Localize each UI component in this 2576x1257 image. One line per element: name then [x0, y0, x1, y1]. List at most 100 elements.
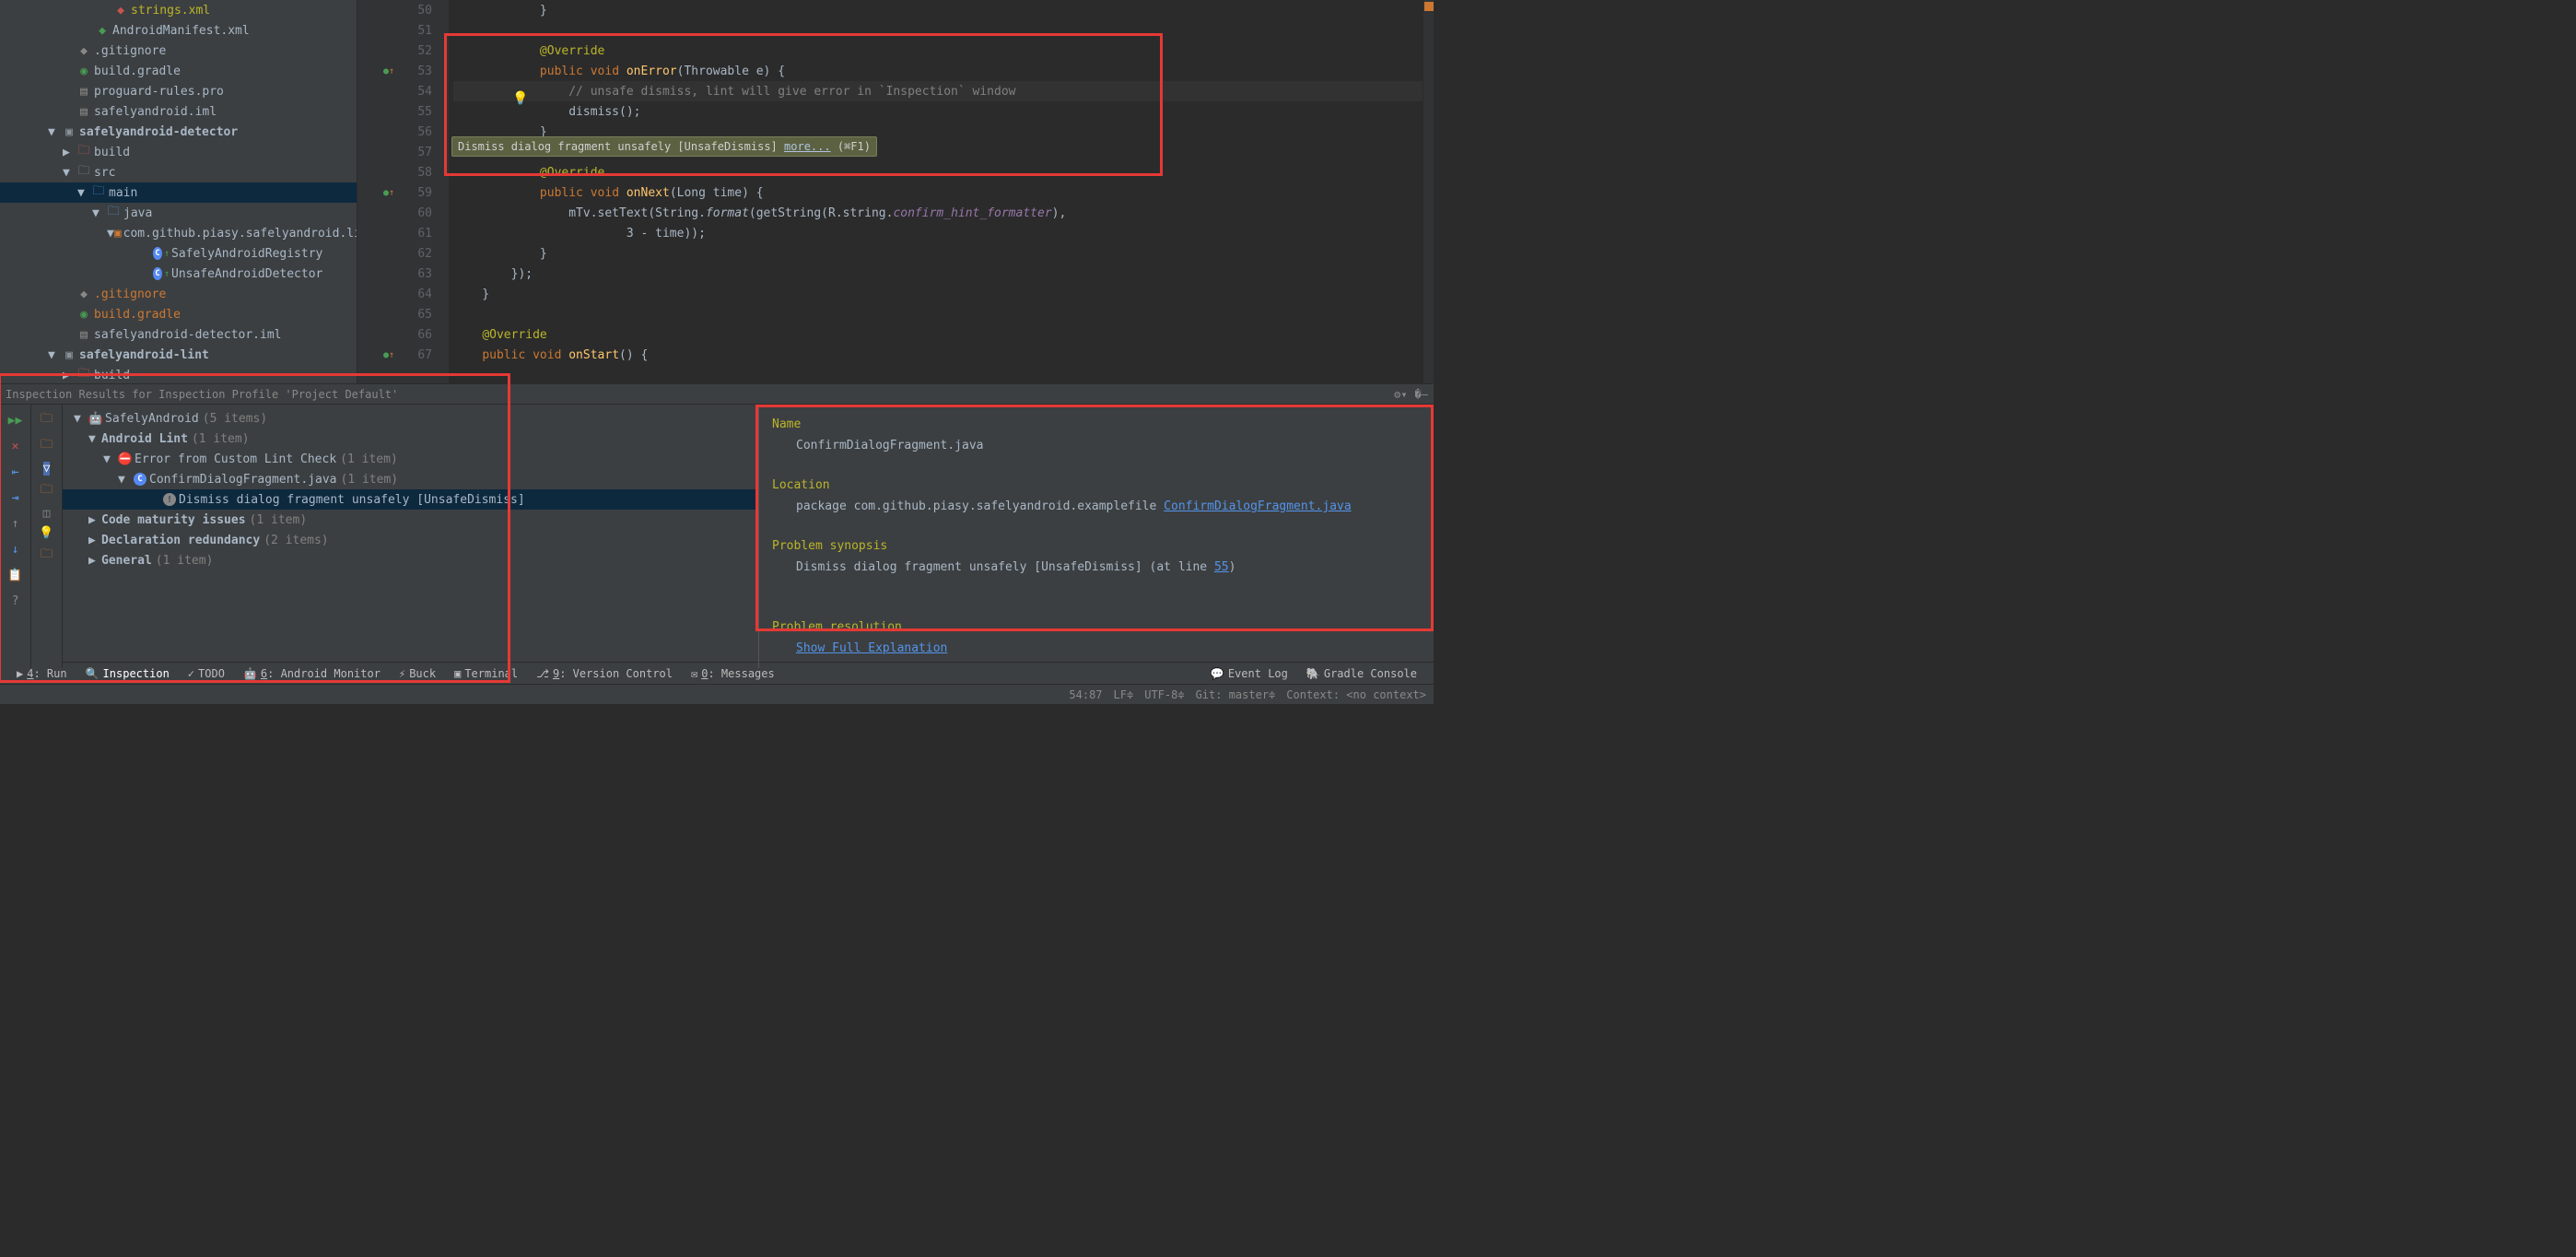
arrow-icon[interactable]: ▼: [103, 452, 116, 466]
next-icon[interactable]: ↓: [6, 539, 26, 559]
inspection-row[interactable]: ▼CConfirmDialogFragment.java(1 item): [63, 469, 758, 489]
gutter-line: 67●↑: [357, 345, 449, 365]
group2-icon[interactable]: 🗀: [41, 436, 53, 456]
code-line[interactable]: @Override: [453, 324, 1423, 345]
bottom-tab-label: Event Log: [1228, 667, 1288, 680]
status-enc[interactable]: UTF-8≑: [1144, 688, 1184, 701]
arrow-icon[interactable]: ▼: [88, 432, 101, 446]
tree-item[interactable]: ▼▣com.github.piasy.safelyandroid.lint: [0, 223, 357, 243]
rerun-icon[interactable]: ▶▶: [6, 410, 26, 430]
tree-item[interactable]: ▶🗀build: [0, 142, 357, 162]
tree-item[interactable]: ▼▣safelyandroid-lint: [0, 345, 357, 365]
tree-item[interactable]: C↑SafelyAndroidRegistry: [0, 243, 357, 264]
status-context[interactable]: Context: <no context>: [1286, 688, 1426, 701]
tree-item[interactable]: ▤safelyandroid.iml: [0, 101, 357, 122]
inspection-row[interactable]: ▶Declaration redundancy(2 items): [63, 530, 758, 550]
prev-icon[interactable]: ↑: [6, 513, 26, 534]
status-lf[interactable]: LF≑: [1114, 688, 1134, 701]
inspection-row[interactable]: ▶General(1 item): [63, 550, 758, 570]
tree-label: build: [94, 146, 130, 159]
diff-icon[interactable]: ◫: [43, 507, 51, 521]
tree-item[interactable]: ◆strings.xml: [0, 0, 357, 20]
gear-icon[interactable]: ⚙▾: [1394, 388, 1407, 401]
project-tree[interactable]: ◆strings.xml◆AndroidManifest.xml◆.gitign…: [0, 0, 357, 383]
code-line[interactable]: 3 - time));: [453, 223, 1423, 243]
expand-icon[interactable]: ⇥: [6, 488, 26, 508]
tree-item[interactable]: C↑UnsafeAndroidDetector: [0, 264, 357, 284]
tree-label: safelyandroid-detector.iml: [94, 328, 282, 342]
tree-item[interactable]: ▤safelyandroid-detector.iml: [0, 324, 357, 345]
tree-arrow-icon[interactable]: ▼: [63, 166, 76, 180]
arrow-icon[interactable]: ▼: [74, 412, 87, 426]
detail-synopsis-link[interactable]: 55: [1214, 560, 1229, 574]
right-gutter[interactable]: [1423, 0, 1434, 383]
tree-arrow-icon[interactable]: ▶: [63, 369, 76, 382]
inspection-row[interactable]: ▼⛔Error from Custom Lint Check(1 item): [63, 449, 758, 469]
filter-icon[interactable]: ▽: [43, 462, 51, 476]
override-marker-icon[interactable]: ●↑: [383, 350, 394, 360]
settings-icon[interactable]: 🗀: [41, 546, 53, 566]
inspection-tree[interactable]: ▼🤖SafelyAndroid(5 items)▼Android Lint(1 …: [63, 405, 758, 668]
tree-arrow-icon[interactable]: ▼: [48, 125, 61, 139]
code-line[interactable]: public void onStart() {: [453, 345, 1423, 365]
tree-item[interactable]: ▼🗀main: [0, 182, 357, 203]
bulb-icon[interactable]: 💡: [512, 91, 528, 106]
status-git[interactable]: Git: master≑: [1196, 688, 1276, 701]
inspection-label: Error from Custom Lint Check: [135, 452, 336, 466]
code-area[interactable]: 💡 Dismiss dialog fragment unsafely [Unsa…: [450, 0, 1423, 383]
inspection-row[interactable]: ▼Android Lint(1 item): [63, 429, 758, 449]
export-icon[interactable]: 📋: [6, 565, 26, 585]
inspection-toolbar-2: 🗀 🗀 ▽ 🗀 ◫ 💡 🗀: [31, 405, 63, 668]
arrow-icon[interactable]: ▶: [88, 534, 101, 547]
tree-item[interactable]: ◆.gitignore: [0, 284, 357, 304]
tree-arrow-icon[interactable]: ▼: [48, 348, 61, 362]
detail-location-link[interactable]: ConfirmDialogFragment.java: [1164, 499, 1352, 513]
arrow-icon[interactable]: ▼: [118, 473, 131, 487]
warning-marker[interactable]: [1424, 2, 1434, 11]
tree-item[interactable]: ◆.gitignore: [0, 41, 357, 61]
arrow-icon[interactable]: ▶: [88, 554, 101, 568]
arrow-icon[interactable]: ▶: [88, 513, 101, 527]
code-line[interactable]: dismiss();: [453, 101, 1423, 122]
xml-a-icon: ◆: [94, 24, 111, 38]
tree-arrow-icon[interactable]: ▼: [107, 227, 114, 241]
inspection-row[interactable]: !Dismiss dialog fragment unsafely [Unsaf…: [63, 489, 758, 510]
code-line[interactable]: }: [453, 243, 1423, 264]
close-icon[interactable]: ✕: [6, 436, 26, 456]
tree-arrow-icon[interactable]: ▼: [92, 206, 105, 220]
tree-item[interactable]: ▼🗀java: [0, 203, 357, 223]
code-line[interactable]: public void onNext(Long time) {: [453, 182, 1423, 203]
code-line[interactable]: });: [453, 264, 1423, 284]
tree-item[interactable]: ◉build.gradle: [0, 61, 357, 81]
override-marker-icon[interactable]: ●↑: [383, 188, 394, 198]
tooltip-more-link[interactable]: more...: [784, 140, 831, 153]
code-line[interactable]: }: [453, 284, 1423, 304]
collapse-icon[interactable]: ⇤: [6, 462, 26, 482]
tree-item[interactable]: ◆AndroidManifest.xml: [0, 20, 357, 41]
override-marker-icon[interactable]: ●↑: [383, 66, 394, 76]
autoscroll-icon[interactable]: 🗀: [41, 481, 53, 501]
code-line[interactable]: [453, 20, 1423, 41]
gutter-line: 61: [357, 223, 449, 243]
group-icon[interactable]: 🗀: [41, 410, 53, 430]
code-line[interactable]: mTv.setText(String.format(getString(R.st…: [453, 203, 1423, 223]
detail-resolution-link[interactable]: Show Full Explanation: [796, 641, 947, 655]
bulb-icon-toolbar[interactable]: 💡: [39, 526, 53, 540]
code-line[interactable]: [453, 304, 1423, 324]
minimize-icon[interactable]: �—: [1415, 388, 1428, 401]
tree-item[interactable]: ▼🗀src: [0, 162, 357, 182]
tree-arrow-icon[interactable]: ▼: [77, 186, 90, 200]
code-line[interactable]: public void onError(Throwable e) {: [453, 61, 1423, 81]
code-line[interactable]: // unsafe dismiss, lint will give error …: [453, 81, 1423, 101]
tree-item[interactable]: ▼▣safelyandroid-detector: [0, 122, 357, 142]
code-line[interactable]: @Override: [453, 162, 1423, 182]
inspection-row[interactable]: ▼🤖SafelyAndroid(5 items): [63, 408, 758, 429]
inspection-row[interactable]: ▶Code maturity issues(1 item): [63, 510, 758, 530]
tree-item[interactable]: ▶🗀build: [0, 365, 357, 383]
tree-item[interactable]: ◉build.gradle: [0, 304, 357, 324]
help-icon[interactable]: ?: [6, 591, 26, 611]
tree-arrow-icon[interactable]: ▶: [63, 146, 76, 159]
tree-item[interactable]: ▤proguard-rules.pro: [0, 81, 357, 101]
code-line[interactable]: }: [453, 0, 1423, 20]
code-line[interactable]: @Override: [453, 41, 1423, 61]
